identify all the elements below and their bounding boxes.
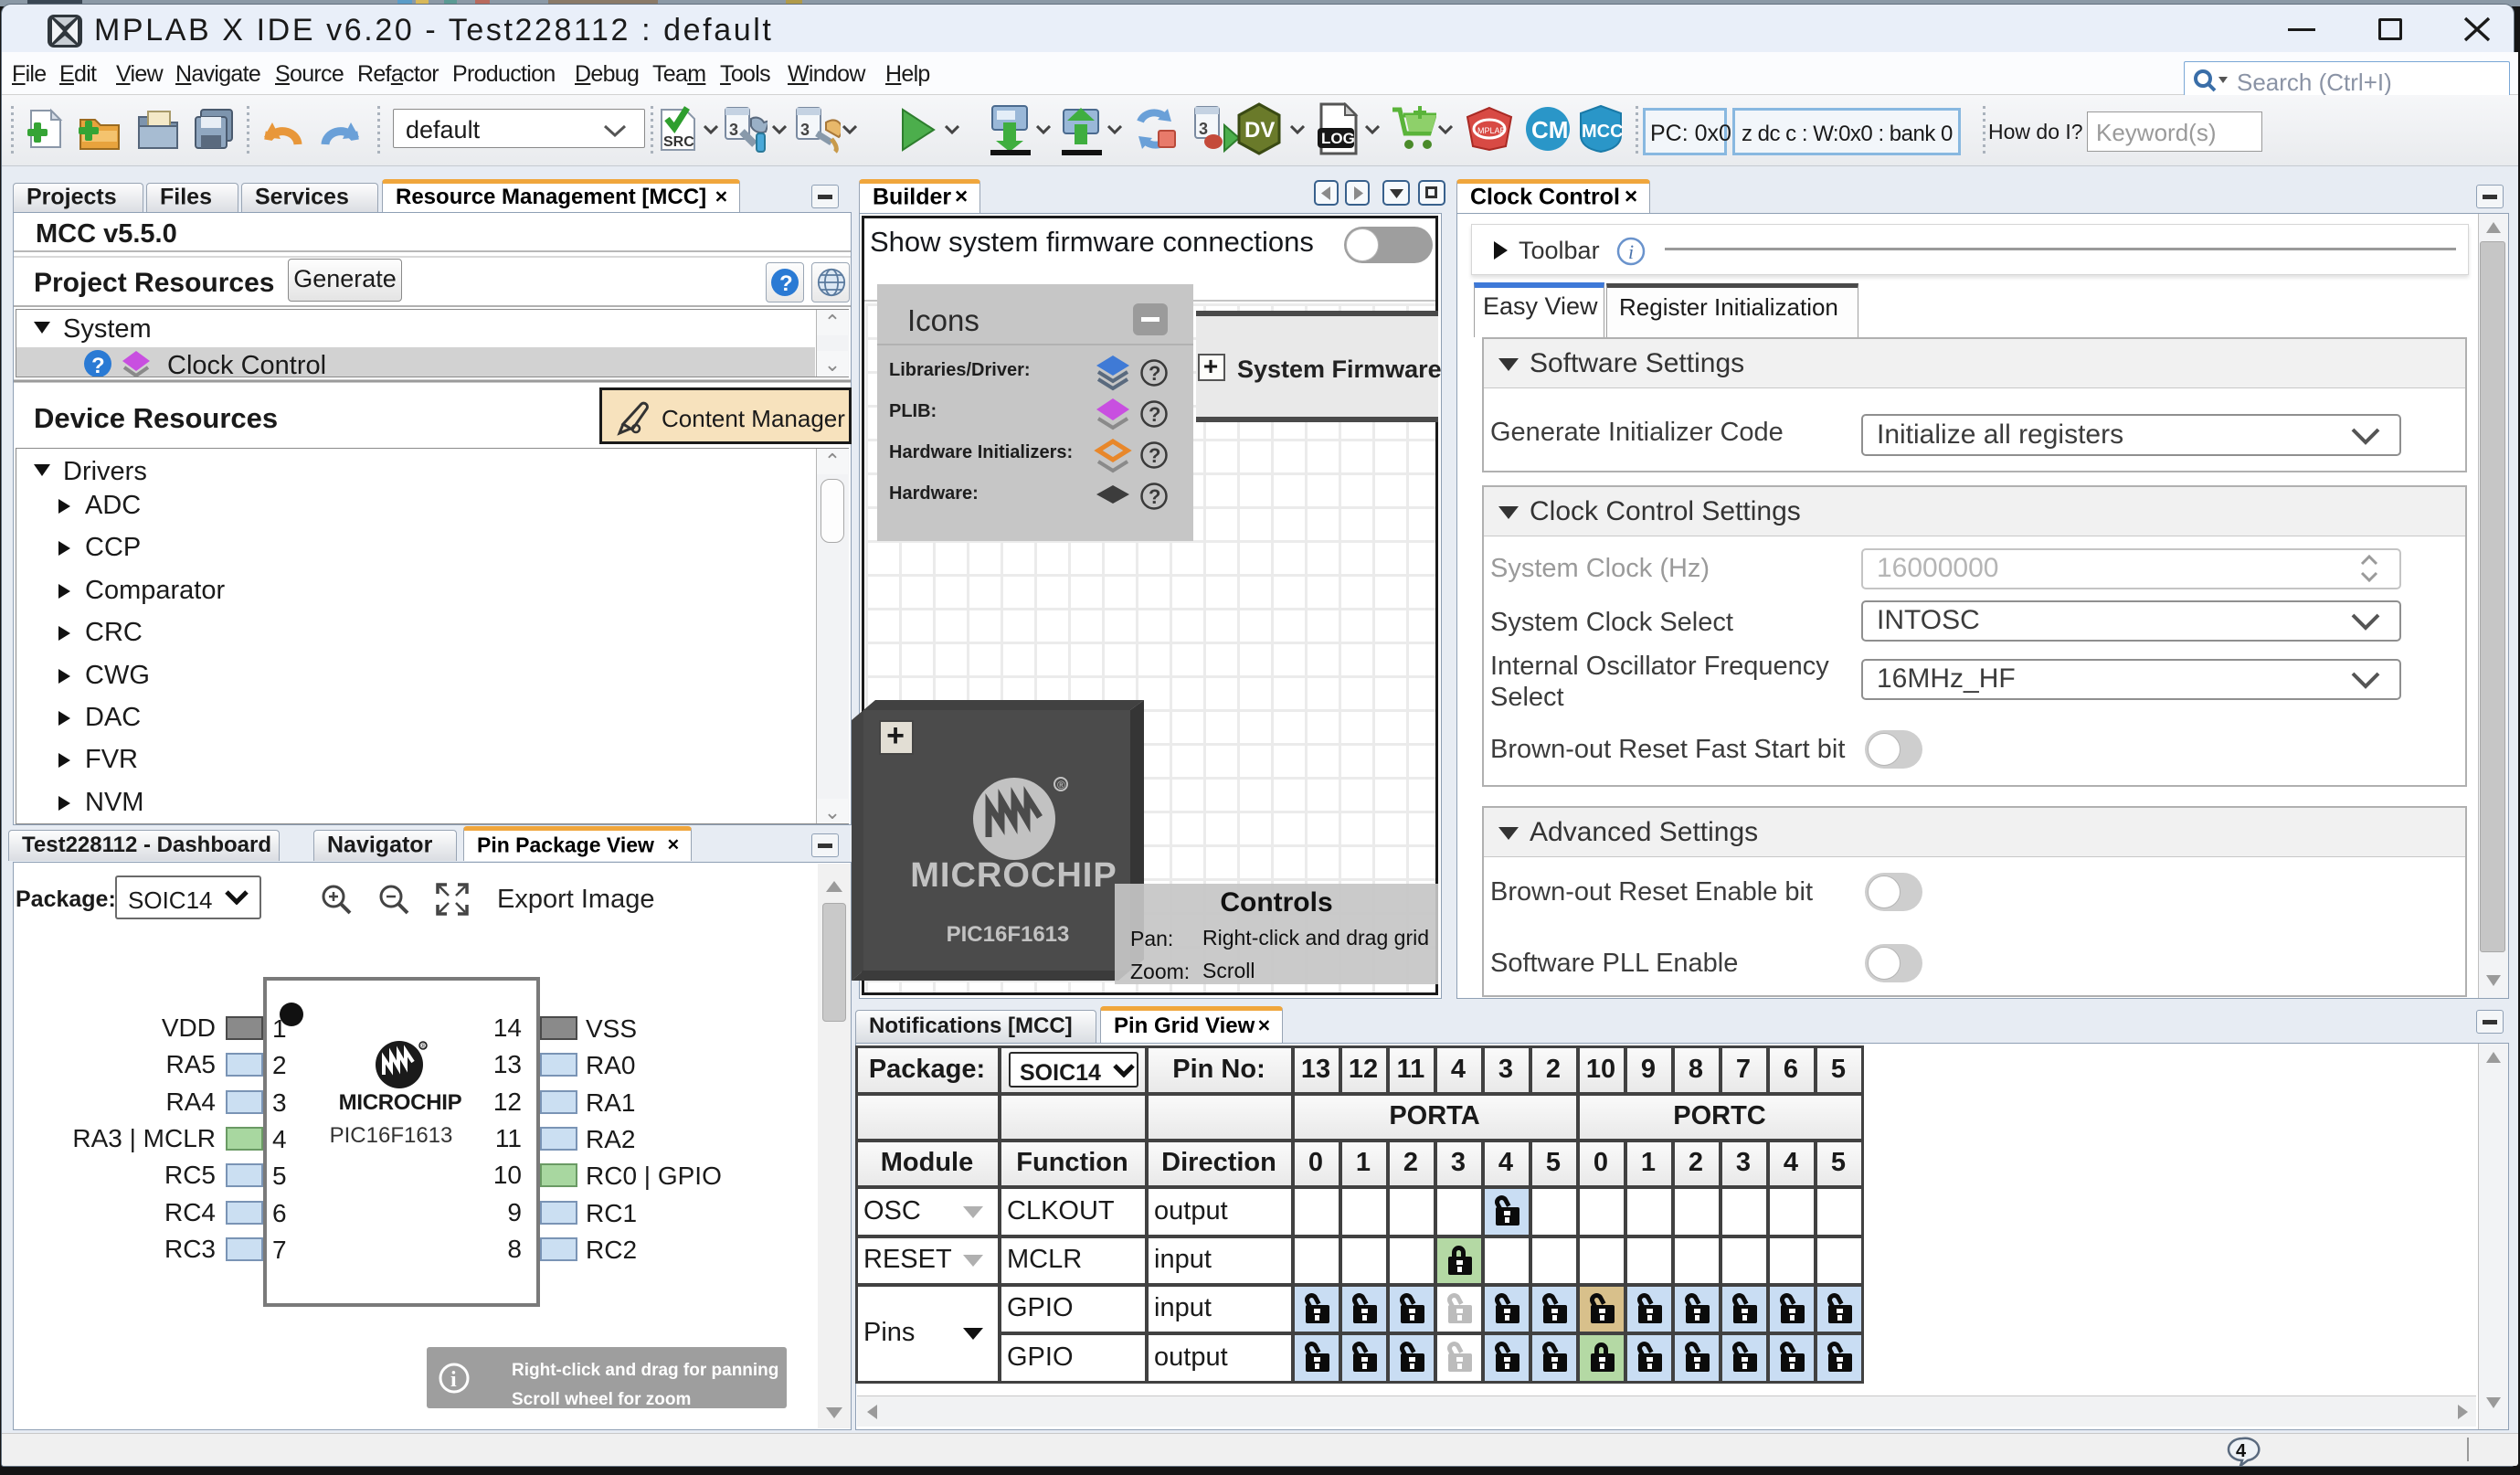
svg-text:MCC: MCC bbox=[1582, 122, 1624, 142]
svg-text:?: ? bbox=[1149, 403, 1160, 426]
svg-text:?: ? bbox=[1149, 444, 1160, 467]
svg-text:SRC: SRC bbox=[663, 134, 694, 150]
svg-text:?: ? bbox=[1149, 362, 1160, 385]
svg-text:LOG: LOG bbox=[1321, 130, 1355, 147]
svg-text:4: 4 bbox=[2236, 1441, 2247, 1461]
svg-text:MPLAB: MPLAB bbox=[1477, 126, 1506, 135]
svg-text:®: ® bbox=[1057, 779, 1065, 791]
svg-text:CM: CM bbox=[1531, 116, 1568, 143]
svg-text:?: ? bbox=[91, 354, 105, 377]
svg-text:3: 3 bbox=[800, 121, 810, 139]
svg-text:DV: DV bbox=[1244, 118, 1275, 143]
svg-text:3: 3 bbox=[729, 121, 738, 139]
svg-text:3: 3 bbox=[1199, 120, 1208, 138]
svg-text:i: i bbox=[450, 1368, 457, 1392]
svg-text:?: ? bbox=[1149, 485, 1160, 508]
svg-text:i: i bbox=[1628, 240, 1634, 263]
svg-text:®: ® bbox=[421, 1042, 427, 1050]
svg-text:?: ? bbox=[779, 271, 793, 296]
